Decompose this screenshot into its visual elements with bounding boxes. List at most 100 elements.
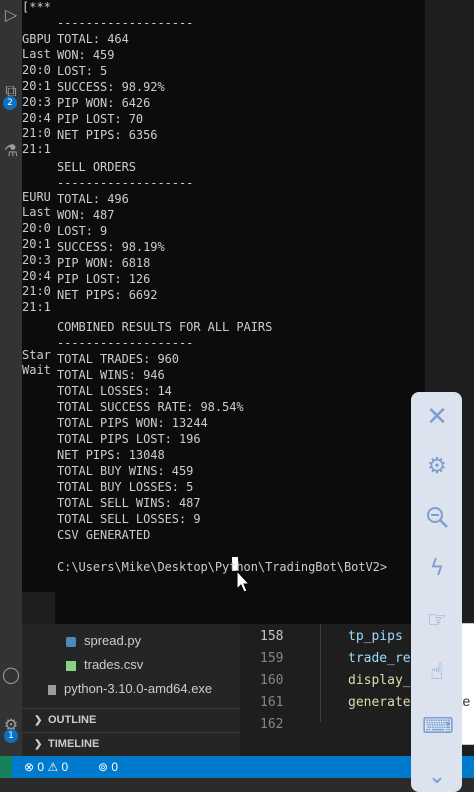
exe-file-icon xyxy=(48,684,56,695)
terminal-line: TOTAL PIPS LOST: 196 xyxy=(57,432,201,446)
remote-indicator[interactable] xyxy=(0,756,12,778)
terminal-line: TOTAL BUY WINS: 459 xyxy=(57,464,194,478)
gear-icon[interactable]: ⚙ xyxy=(422,452,452,482)
chevron-right-icon: ❯ xyxy=(34,739,43,750)
broadcast-icon: ⊚ xyxy=(98,760,109,774)
run-debug-icon[interactable]: ▷ xyxy=(1,4,21,26)
background-terminal-line: 20:0 xyxy=(22,221,51,236)
terminal-line: WON: 487 xyxy=(57,208,115,222)
outline-section-header[interactable]: ❯ OUTLINE xyxy=(22,708,240,731)
terminal-line: PIP LOST: 70 xyxy=(57,112,144,126)
terminal-line: TOTAL SUCCESS RATE: 98.54% xyxy=(57,400,244,414)
background-terminal-line: 20:1 xyxy=(22,237,51,251)
taskbar xyxy=(0,778,474,792)
terminal-line: NET PIPS: 6356 xyxy=(57,128,158,142)
terminal-line: ------------------- xyxy=(57,336,194,350)
terminal-line: PIP WON: 6426 xyxy=(57,96,151,110)
timeline-label: TIMELINE xyxy=(48,738,100,750)
outline-label: OUTLINE xyxy=(48,714,97,726)
file-name: python-3.10.0-amd64.exe xyxy=(64,681,213,696)
line-number: 158 xyxy=(260,629,284,644)
terminal-line: CSV GENERATED xyxy=(57,528,151,542)
ports-count: 0 xyxy=(111,760,119,774)
background-terminal-line: Star xyxy=(22,347,51,362)
background-terminal-line: 20:4 xyxy=(22,268,51,283)
code-line[interactable]: trade_re xyxy=(348,651,411,666)
line-number: 162 xyxy=(260,717,284,732)
code-line[interactable]: tp_pips xyxy=(348,629,403,644)
background-terminal-line: 20:3 xyxy=(22,94,51,109)
explorer-sidebar: spread.py trades.csv python-3.10.0-amd64… xyxy=(22,624,240,756)
background-terminal-line: GBPU xyxy=(22,31,51,46)
tap-hand-icon[interactable]: ☝ xyxy=(422,658,452,688)
background-terminal-line: 21:1 xyxy=(22,142,51,157)
indent-guide xyxy=(320,624,321,722)
terminal-line: NET PIPS: 6692 xyxy=(57,288,158,302)
problems-status[interactable]: ⊗ 0 ⚠ 0 xyxy=(24,756,68,778)
activity-bar: ▷ ⧉ 2 ⚗ ◯ ⚙ 1 xyxy=(0,0,22,756)
terminal-line: LOST: 9 xyxy=(57,224,108,238)
file-name: spread.py xyxy=(84,633,142,648)
background-terminal-line: Last xyxy=(22,47,51,62)
terminal-line: WON: 459 xyxy=(57,48,115,62)
chevron-right-icon: ❯ xyxy=(34,715,43,726)
file-item-spread[interactable]: spread.py xyxy=(66,633,141,648)
keyboard-icon[interactable]: ⌨ xyxy=(422,712,454,742)
background-terminal-line: 20:1 xyxy=(22,79,51,93)
terminal-line: TOTAL SELL WINS: 487 xyxy=(57,496,201,510)
terminal-window[interactable]: ------------------- TOTAL: 464 WON: 459 LOS… xyxy=(55,0,425,624)
background-terminal-line: Wait xyxy=(22,363,51,378)
terminal-line: ------------------- xyxy=(57,16,194,30)
terminal-line: NET PIPS: 13048 xyxy=(57,448,165,462)
settings-badge: 1 xyxy=(4,729,18,743)
file-name: trades.csv xyxy=(84,657,144,672)
file-item-python-installer[interactable]: python-3.10.0-amd64.exe xyxy=(48,681,212,696)
terminal-line: TOTAL SELL LOSSES: 9 xyxy=(57,512,201,526)
terminal-line: TOTAL: 496 xyxy=(57,192,129,206)
csv-file-icon xyxy=(66,660,76,671)
terminal-line: TOTAL TRADES: 960 xyxy=(57,352,179,366)
pointing-hand-icon[interactable]: ☞ xyxy=(422,606,452,636)
background-terminal-line: EURU xyxy=(22,189,51,204)
timeline-section-header[interactable]: ❯ TIMELINE xyxy=(22,732,240,755)
background-terminal-line: 21:0 xyxy=(22,284,51,299)
terminal-line: TOTAL: 464 xyxy=(57,32,129,46)
account-icon[interactable]: ◯ xyxy=(1,664,21,686)
status-bar: ⊗ 0 ⚠ 0 ⊚ 0 xyxy=(0,756,474,778)
file-item-trades[interactable]: trades.csv xyxy=(66,657,143,672)
terminal-line: LOST: 5 xyxy=(57,64,108,78)
warning-icon: ⚠ xyxy=(47,760,59,774)
line-number: 160 xyxy=(260,673,284,688)
ports-status[interactable]: ⊚ 0 xyxy=(98,756,118,778)
zoom-out-icon[interactable] xyxy=(422,504,452,534)
background-terminal-line: Last xyxy=(22,205,51,220)
chevron-down-icon[interactable]: ⌄ xyxy=(422,762,452,792)
line-number: 159 xyxy=(260,651,284,666)
floating-toolbar: ✕ ⚙ ϟ ☞ ☝ ⌨ ⌄ xyxy=(411,392,462,792)
background-terminal-line: 21:1 xyxy=(22,300,51,315)
testing-flask-icon[interactable]: ⚗ xyxy=(1,140,21,162)
terminal-line: ------------------- xyxy=(57,176,194,190)
terminal-line: TOTAL BUY LOSSES: 5 xyxy=(57,480,194,494)
error-icon: ⊗ xyxy=(24,760,35,774)
terminal-line: TOTAL WINS: 946 xyxy=(57,368,165,382)
background-terminal-line: 20:4 xyxy=(22,110,51,125)
code-line[interactable]: display_ xyxy=(348,673,411,688)
background-terminal-line: [*** xyxy=(22,0,51,14)
warning-count: 0 xyxy=(61,760,69,774)
terminal-line: PIP LOST: 126 xyxy=(57,272,151,286)
terminal-line: SUCCESS: 98.92% xyxy=(57,80,165,94)
terminal-line: TOTAL LOSSES: 14 xyxy=(57,384,172,398)
terminal-line: SELL ORDERS xyxy=(57,160,136,174)
error-count: 0 xyxy=(37,760,45,774)
terminal-line: PIP WON: 6818 xyxy=(57,256,151,270)
lightning-icon[interactable]: ϟ xyxy=(422,554,452,584)
close-icon[interactable]: ✕ xyxy=(422,402,452,432)
terminal-line: C:\Users\Mike\Desktop\Python\TradingBot\… xyxy=(57,560,388,574)
terminal-line: TOTAL PIPS WON: 13244 xyxy=(57,416,208,430)
background-terminal-line: 20:0 xyxy=(22,63,51,78)
source-control-badge: 2 xyxy=(3,96,17,110)
line-number: 161 xyxy=(260,695,284,710)
terminal-line: COMBINED RESULTS FOR ALL PAIRS xyxy=(57,320,273,334)
code-line[interactable]: generate xyxy=(348,695,411,710)
